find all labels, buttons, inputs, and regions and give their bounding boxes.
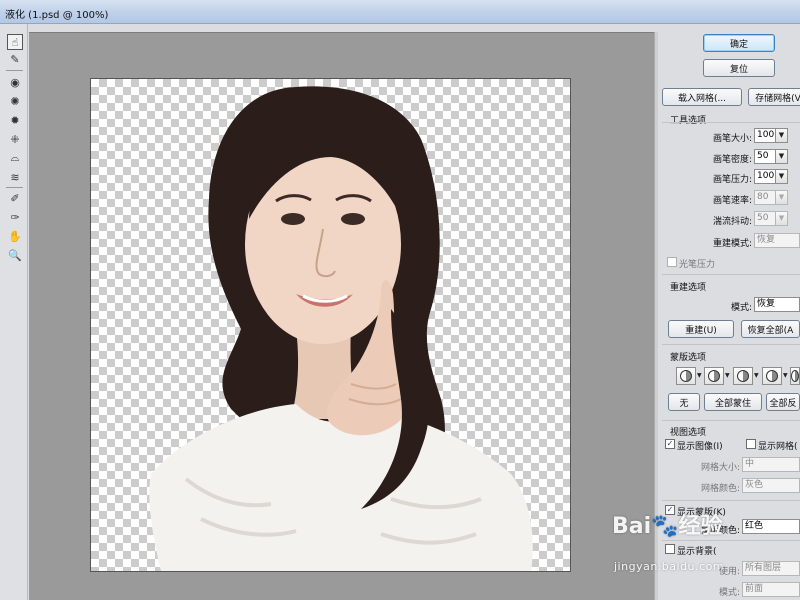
reconstruct-mode-select: 恢复 <box>754 233 800 248</box>
show-image-label: 显示图像(I) <box>677 442 723 452</box>
portrait-image <box>149 86 533 571</box>
show-backdrop-label: 显示背景( <box>677 547 717 557</box>
toolbar-divider <box>6 187 23 188</box>
chevron-down-icon[interactable]: ▼ <box>725 372 730 379</box>
twirl-clockwise-tool-icon[interactable]: ◉ <box>7 74 23 90</box>
brush-pressure-input[interactable]: 100 <box>754 169 776 184</box>
preview-canvas-area[interactable] <box>29 32 654 600</box>
add-to-selection-icon[interactable] <box>704 367 724 385</box>
liquify-toolbar: ☝ ✎ ◉ ✺ ✹ ⁜ ⌓ ≋ ✐ ✑ ✋ 🔍 <box>0 24 28 600</box>
backdrop-mode-label: 模式: <box>718 588 740 598</box>
reconstruct-tool-icon[interactable]: ✎ <box>7 51 23 67</box>
brush-density-input[interactable]: 50 <box>754 149 776 164</box>
window-titlebar: 液化 (1.psd @ 100%) <box>0 0 800 24</box>
stylus-pressure-checkbox[interactable] <box>667 257 677 267</box>
image-preview[interactable] <box>90 78 571 572</box>
mesh-size-select: 中 <box>742 457 800 472</box>
brush-size-dropdown-icon[interactable]: ▼ <box>776 128 788 143</box>
pucker-tool-icon[interactable]: ✺ <box>7 93 23 109</box>
invert-selection-icon[interactable] <box>790 367 800 385</box>
invert-all-button[interactable]: 全部反 <box>766 393 800 411</box>
brush-density-dropdown-icon[interactable]: ▼ <box>776 149 788 164</box>
mirror-tool-icon[interactable]: ⌓ <box>7 150 23 166</box>
brush-rate-label: 画笔速率: <box>712 196 752 206</box>
backdrop-mode-select: 前面 <box>742 582 800 597</box>
mesh-size-label: 网格大小: <box>700 463 740 473</box>
reconstruct-mode-dropdown[interactable]: 恢复 <box>754 297 800 312</box>
section-divider <box>662 500 800 501</box>
section-divider <box>662 344 800 345</box>
reconstruct-button[interactable]: 重建(U) <box>668 320 734 338</box>
zoom-tool-icon[interactable]: 🔍 <box>7 247 23 263</box>
brush-density-label: 画笔密度: <box>712 155 752 165</box>
brush-size-label: 画笔大小: <box>712 134 752 144</box>
mask-all-button[interactable]: 全部蒙住 <box>704 393 762 411</box>
show-image-checkbox[interactable]: ✓ <box>665 439 675 449</box>
reconstruct-mode-label: 重建模式: <box>712 239 752 249</box>
show-mesh-checkbox[interactable] <box>746 439 756 449</box>
brush-pressure-dropdown-icon[interactable]: ▼ <box>776 169 788 184</box>
ok-button[interactable]: 确定 <box>703 34 775 52</box>
backdrop-use-select: 所有图层 <box>742 561 800 576</box>
brush-pressure-label: 画笔压力: <box>712 175 752 185</box>
toolbar-divider <box>6 70 23 71</box>
hand-tool-icon[interactable]: ✋ <box>7 228 23 244</box>
mask-color-select[interactable]: 红色 <box>742 519 800 534</box>
section-divider <box>662 122 800 123</box>
bloat-tool-icon[interactable]: ✹ <box>7 112 23 128</box>
forward-warp-tool-icon[interactable]: ☝ <box>7 34 23 50</box>
chevron-down-icon[interactable]: ▼ <box>754 372 759 379</box>
portrait-eye-left <box>281 213 305 225</box>
window-title: 液化 (1.psd @ 100%) <box>5 10 109 21</box>
view-options-heading: 视图选项 <box>670 428 707 438</box>
show-backdrop-checkbox[interactable] <box>665 544 675 554</box>
section-divider <box>662 420 800 421</box>
subtract-from-selection-icon[interactable] <box>733 367 753 385</box>
brush-size-input[interactable]: 100 <box>754 128 776 143</box>
stylus-pressure-label: 光笔压力 <box>679 260 716 270</box>
mesh-color-label: 网格颜色: <box>700 484 740 494</box>
restore-all-button[interactable]: 恢复全部(A <box>741 320 800 338</box>
reset-button[interactable]: 复位 <box>703 59 775 77</box>
mesh-color-select: 灰色 <box>742 478 800 493</box>
show-mesh-label: 显示网格( <box>758 442 798 452</box>
section-divider <box>662 540 800 541</box>
mask-none-button[interactable]: 无 <box>668 393 700 411</box>
intersect-with-selection-icon[interactable] <box>762 367 782 385</box>
thaw-mask-tool-icon[interactable]: ✑ <box>7 209 23 225</box>
watermark-logo: Bai🐾经验 <box>612 514 723 539</box>
reconstruct-options-heading: 重建选项 <box>670 283 707 293</box>
turbulent-jitter-input: 50 <box>754 211 776 226</box>
turbulent-jitter-label: 湍流抖动: <box>712 217 752 227</box>
freeze-mask-tool-icon[interactable]: ✐ <box>7 190 23 206</box>
baidu-jingyan-watermark: Bai🐾经验 jingyan.baidu.com <box>612 508 724 573</box>
brush-rate-dropdown-icon: ▼ <box>776 190 788 205</box>
watermark-url: jingyan.baidu.com <box>614 560 725 573</box>
save-mesh-button[interactable]: 存储网格(V <box>748 88 800 106</box>
chevron-down-icon[interactable]: ▼ <box>783 372 788 379</box>
mask-options-heading: 蒙版选项 <box>670 353 707 363</box>
push-left-tool-icon[interactable]: ⁜ <box>7 131 23 147</box>
chevron-down-icon[interactable]: ▼ <box>697 372 702 379</box>
reconstruct-mode-label: 模式: <box>730 303 752 313</box>
portrait-eye-right <box>341 213 365 225</box>
tool-options-heading: 工具选项 <box>670 116 707 126</box>
turbulence-tool-icon[interactable]: ≋ <box>7 169 23 185</box>
brush-rate-input: 80 <box>754 190 776 205</box>
turbulent-jitter-dropdown-icon: ▼ <box>776 211 788 226</box>
load-mesh-button[interactable]: 载入网格(... <box>662 88 742 106</box>
section-divider <box>662 274 800 275</box>
replace-selection-icon[interactable] <box>676 367 696 385</box>
